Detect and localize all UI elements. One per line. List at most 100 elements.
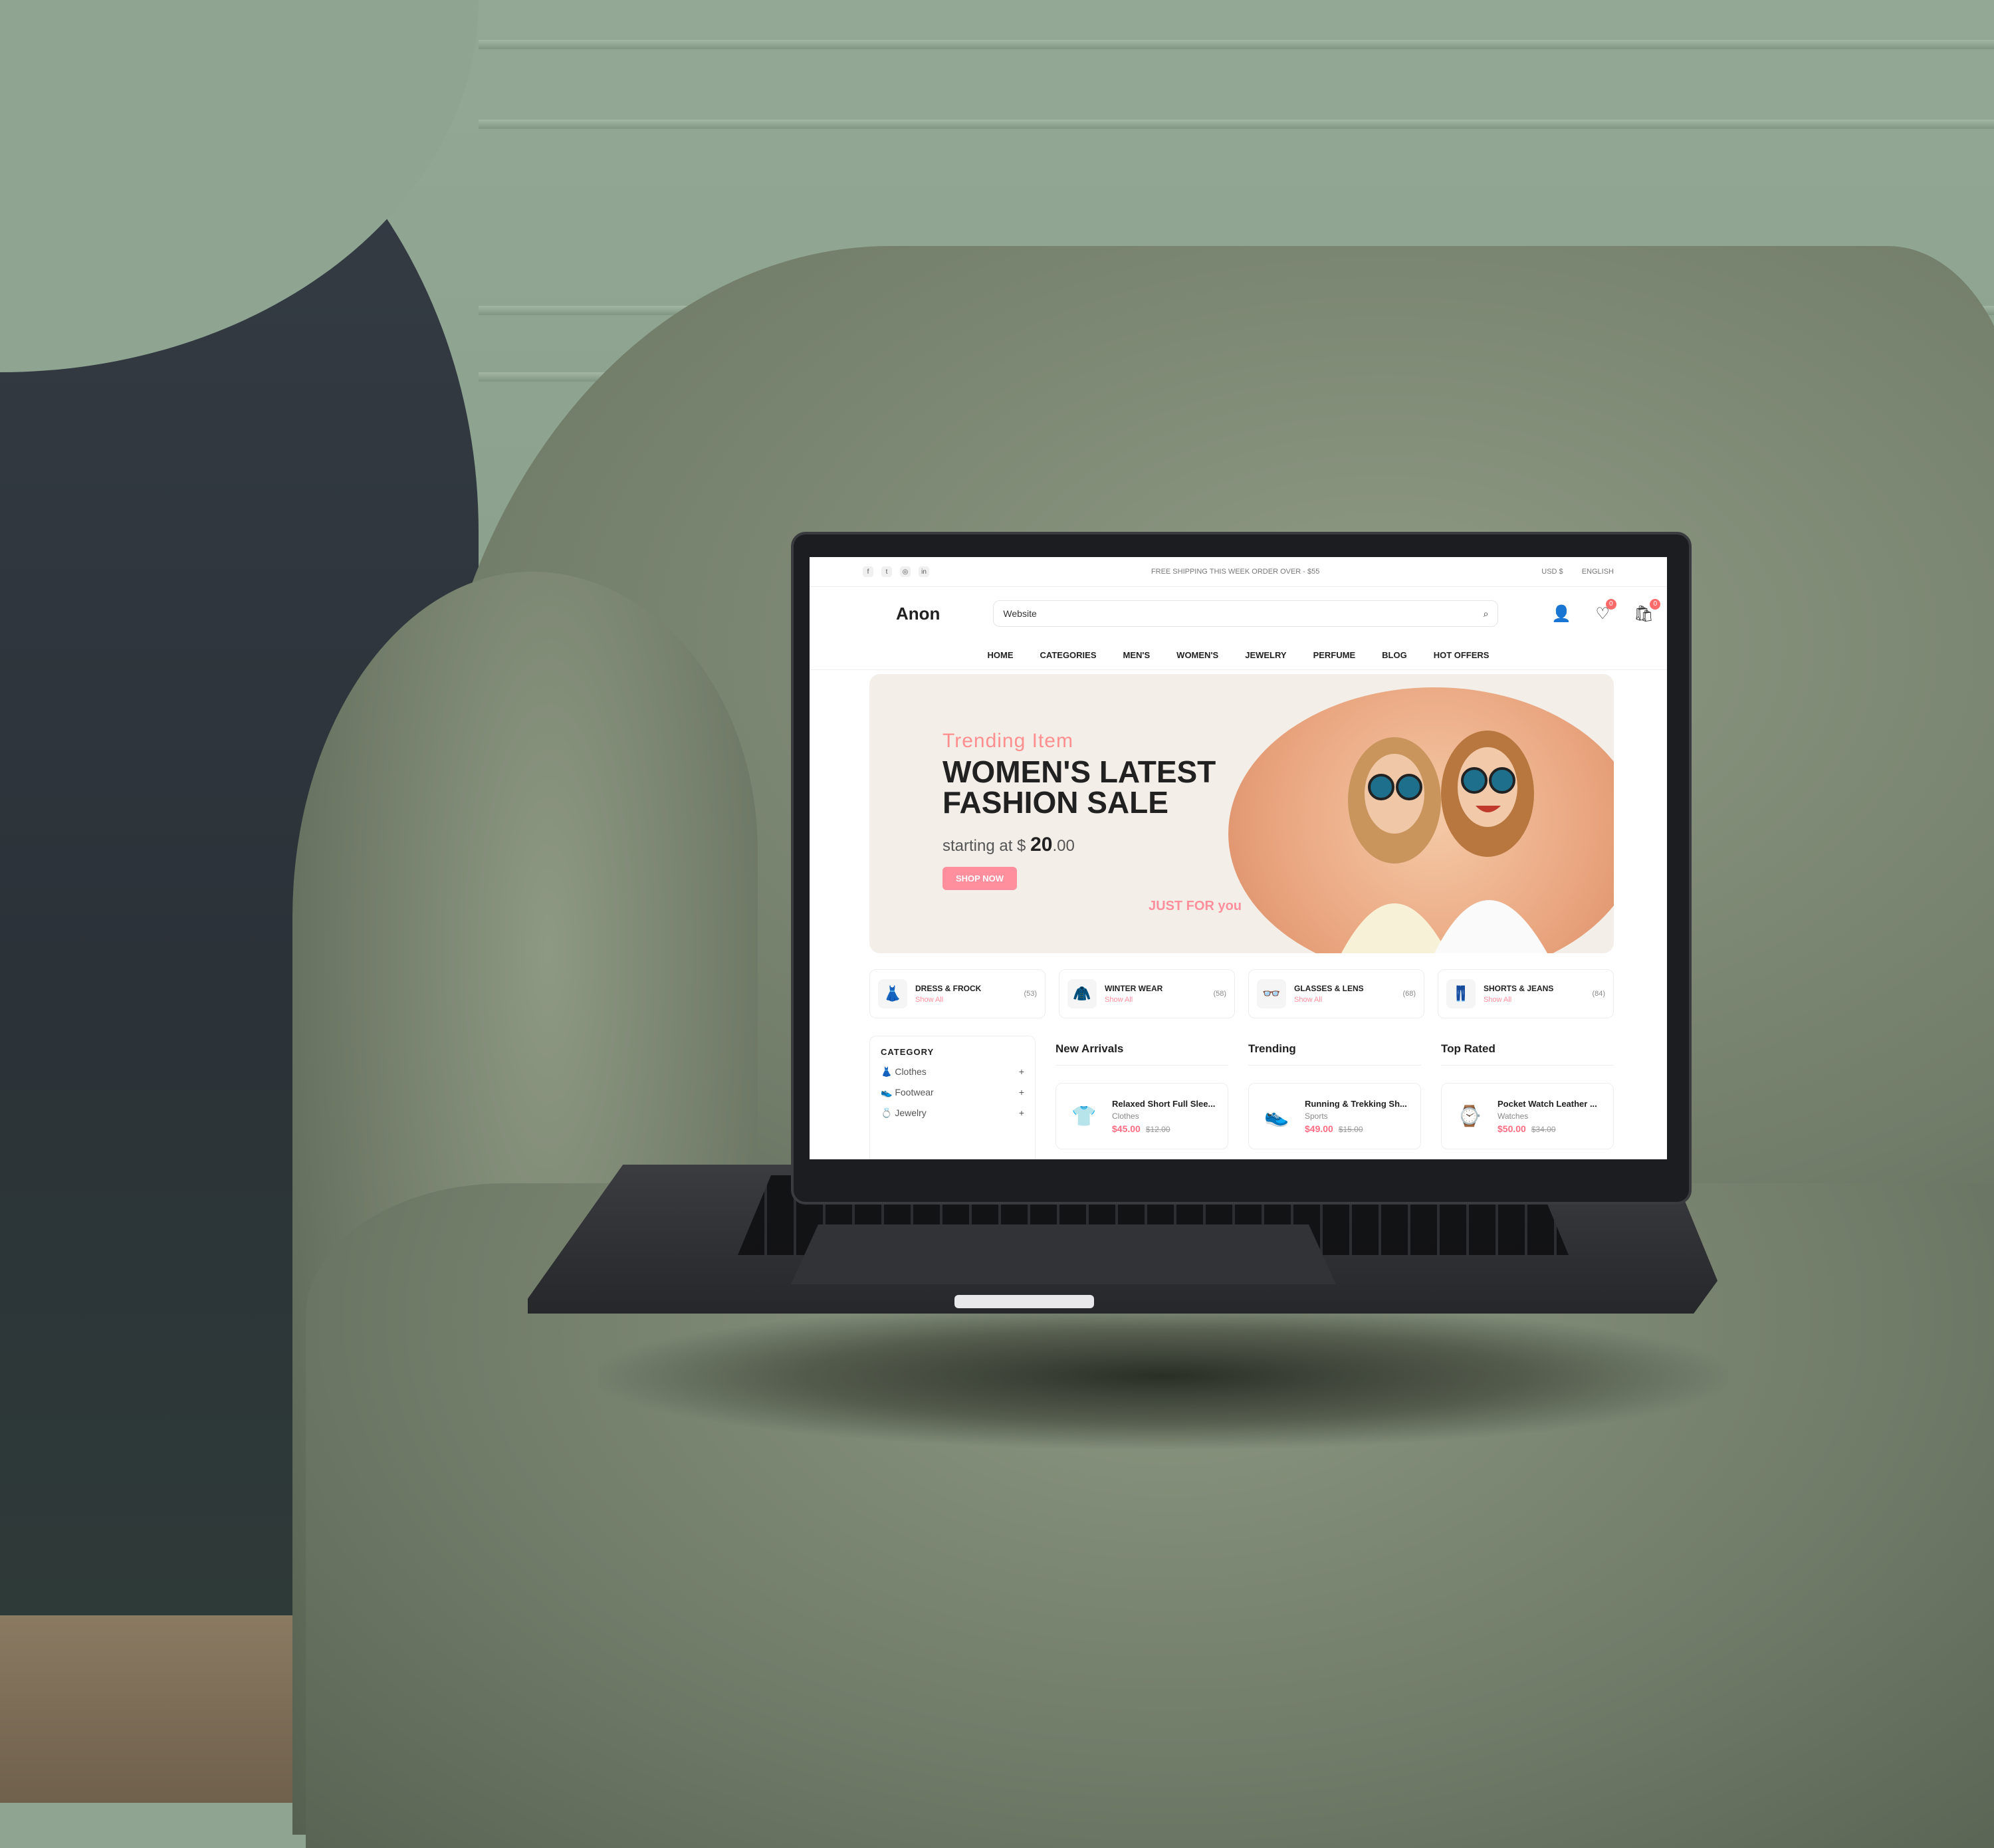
product-old-price: $15.00 xyxy=(1338,1124,1363,1134)
product-category: Clothes xyxy=(1112,1111,1139,1121)
category-count: (84) xyxy=(1592,990,1605,998)
wall-moulding xyxy=(479,120,1994,129)
glasses-icon: 👓 xyxy=(1257,979,1286,1008)
shirt-icon: 👕 xyxy=(1071,1105,1097,1127)
sneaker-icon: 👟 xyxy=(1264,1105,1289,1127)
category-sidebar: CATEGORY 👗 Clothes + 👟 Footwear + 💍 Jewelr… xyxy=(869,1036,1036,1159)
product-category: Watches xyxy=(1497,1111,1529,1121)
user-icon[interactable]: 👤 xyxy=(1551,604,1571,624)
price-cents: .00 xyxy=(1052,837,1075,855)
sidebar-item-footwear[interactable]: 👟 Footwear + xyxy=(881,1087,1024,1098)
cart-badge: 0 xyxy=(1650,598,1661,610)
banner-price: starting at $ 20.00 xyxy=(942,834,1075,856)
search-value: Website xyxy=(1003,608,1037,619)
product-card[interactable]: 👕 Relaxed Short Full Slee... Clothes $45.0… xyxy=(1055,1083,1228,1149)
dress-icon: 👗 xyxy=(878,979,907,1008)
product-card[interactable]: 👟 Running & Trekking Sh... Sports $49.00 $1… xyxy=(1248,1083,1421,1149)
product-name[interactable]: Relaxed Short Full Slee... xyxy=(1112,1099,1218,1109)
hero-banner: Trending Item WOMEN'S LATEST FASHION SAL… xyxy=(869,674,1614,953)
wishlist-badge: 0 xyxy=(1605,598,1616,610)
banner-subtitle: Trending Item xyxy=(942,730,1073,752)
trending-column: Trending 👟 Running & Trekking Sh... Sport… xyxy=(1248,1042,1421,1149)
coat-icon: 🧥 xyxy=(1067,979,1097,1008)
currency-select[interactable]: USD $ xyxy=(1541,568,1563,576)
sidebar-item-jewelry[interactable]: 💍 Jewelry + xyxy=(881,1107,1024,1119)
product-name[interactable]: Pocket Watch Leather ... xyxy=(1497,1099,1604,1109)
sidebar-item-label: Footwear xyxy=(895,1087,934,1097)
sidebar-item-label: Clothes xyxy=(895,1066,927,1077)
price-prefix: starting at $ xyxy=(942,837,1031,855)
product-columns: New Arrivals 👕 Relaxed Short Full Slee..… xyxy=(1055,1042,1614,1149)
sidebar-item-label: Jewelry xyxy=(895,1107,927,1118)
laptop-trackpad xyxy=(791,1224,1336,1284)
nav-mens[interactable]: MEN'S xyxy=(1123,650,1151,660)
nav-womens[interactable]: WOMEN'S xyxy=(1176,650,1218,660)
main-nav: HOME CATEGORIES MEN'S WOMEN'S JEWELRY PE… xyxy=(810,640,1667,670)
linkedin-icon[interactable]: in xyxy=(919,566,929,577)
nav-jewelry[interactable]: JEWELRY xyxy=(1245,650,1286,660)
models-photo xyxy=(1341,731,1547,953)
jewelry-icon: 💍 xyxy=(881,1107,893,1118)
shoe-icon: 👟 xyxy=(881,1087,893,1097)
facebook-icon[interactable]: f xyxy=(863,566,873,577)
laptop-notch xyxy=(954,1295,1094,1308)
category-count: (53) xyxy=(1024,990,1037,998)
category-count: (68) xyxy=(1402,990,1416,998)
search-input[interactable]: Website ⌕ xyxy=(993,600,1499,627)
expand-icon[interactable]: + xyxy=(1019,1066,1024,1078)
nav-home[interactable]: HOME xyxy=(988,650,1014,660)
product-old-price: $34.00 xyxy=(1531,1124,1556,1134)
show-all-link[interactable]: Show All xyxy=(1484,996,1584,1004)
twitter-icon[interactable]: t xyxy=(881,566,892,577)
show-all-link[interactable]: Show All xyxy=(915,996,1016,1004)
column-title: Top Rated xyxy=(1441,1042,1614,1066)
jeans-icon: 👖 xyxy=(1446,979,1476,1008)
category-card[interactable]: 🧥 WINTER WEAR Show All (58) xyxy=(1059,969,1235,1018)
cart-icon[interactable]: 🛍 0 xyxy=(1634,598,1661,624)
top-rated-column: Top Rated ⌚ Pocket Watch Leather ... Watc… xyxy=(1441,1042,1614,1149)
product-category: Sports xyxy=(1305,1111,1328,1121)
expand-icon[interactable]: + xyxy=(1019,1107,1024,1119)
laptop-shadow xyxy=(598,1303,1728,1449)
category-count: (58) xyxy=(1213,990,1226,998)
category-card[interactable]: 👓 GLASSES & LENS Show All (68) xyxy=(1248,969,1424,1018)
category-card[interactable]: 👗 DRESS & FROCK Show All (53) xyxy=(869,969,1046,1018)
main-header: Anon Website ⌕ 👤 ♡ 0 🛍 0 xyxy=(810,587,1667,640)
sidebar-title: CATEGORY xyxy=(881,1047,935,1057)
instagram-icon[interactable]: ◎ xyxy=(900,566,911,577)
nav-perfume[interactable]: PERFUME xyxy=(1313,650,1356,660)
category-name: WINTER WEAR xyxy=(1105,984,1163,993)
product-old-price: $12.00 xyxy=(1145,1124,1170,1134)
social-links: f t ◎ in xyxy=(863,566,929,577)
search-icon[interactable]: ⌕ xyxy=(1484,608,1489,620)
product-price: $45.00 xyxy=(1112,1123,1141,1134)
nav-blog[interactable]: BLOG xyxy=(1382,650,1407,660)
expand-icon[interactable]: + xyxy=(1019,1087,1024,1098)
watch-icon: ⌚ xyxy=(1457,1105,1482,1127)
just-for-you-stamp: JUST FOR you xyxy=(1149,899,1242,913)
show-all-link[interactable]: Show All xyxy=(1105,996,1205,1004)
nav-categories[interactable]: CATEGORIES xyxy=(1040,650,1097,660)
column-title: Trending xyxy=(1248,1042,1421,1066)
product-name[interactable]: Running & Trekking Sh... xyxy=(1305,1099,1411,1109)
category-cards: 👗 DRESS & FROCK Show All (53) 🧥 WINTER WE… xyxy=(869,969,1614,1018)
clothes-icon: 👗 xyxy=(881,1066,893,1077)
language-select[interactable]: ENGLISH xyxy=(1582,568,1614,576)
category-name: GLASSES & LENS xyxy=(1294,984,1364,993)
category-card[interactable]: 👖 SHORTS & JEANS Show All (84) xyxy=(1438,969,1614,1018)
wishlist-icon[interactable]: ♡ 0 xyxy=(1595,598,1616,624)
category-name: SHORTS & JEANS xyxy=(1484,984,1554,993)
wall-moulding xyxy=(479,40,1994,49)
sidebar-item-clothes[interactable]: 👗 Clothes + xyxy=(881,1066,1024,1078)
nav-hot-offers[interactable]: HOT OFFERS xyxy=(1434,650,1490,660)
new-arrivals-column: New Arrivals 👕 Relaxed Short Full Slee..… xyxy=(1055,1042,1228,1149)
top-bar: f t ◎ in FREE SHIPPING THIS WEEK ORDER O… xyxy=(810,557,1667,587)
website-screen: f t ◎ in FREE SHIPPING THIS WEEK ORDER O… xyxy=(810,557,1667,1159)
product-card[interactable]: ⌚ Pocket Watch Leather ... Watches $50.00 $… xyxy=(1441,1083,1614,1149)
shop-now-button[interactable]: SHOP NOW xyxy=(942,867,1017,890)
price-main: 20 xyxy=(1030,834,1053,856)
site-logo[interactable]: Anon xyxy=(896,604,940,624)
category-name: DRESS & FROCK xyxy=(915,984,982,993)
show-all-link[interactable]: Show All xyxy=(1294,996,1394,1004)
shipping-notice: FREE SHIPPING THIS WEEK ORDER OVER - $55 xyxy=(1151,568,1320,576)
